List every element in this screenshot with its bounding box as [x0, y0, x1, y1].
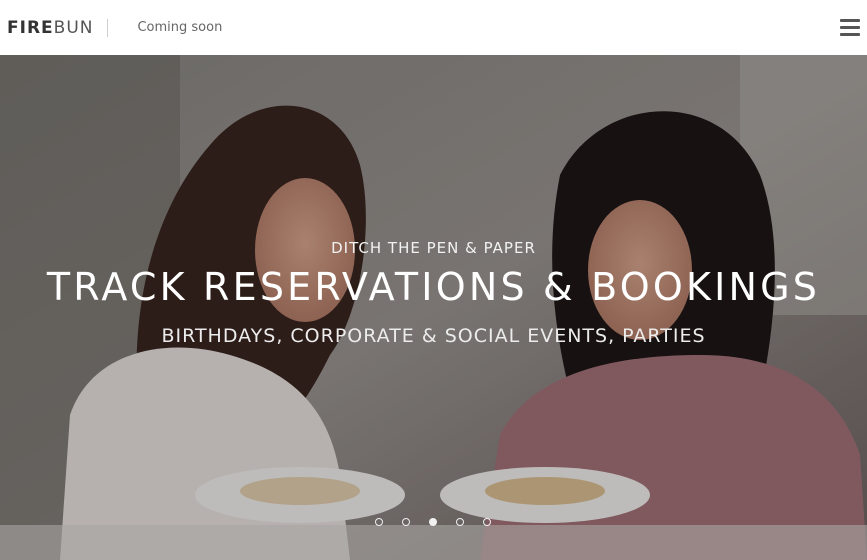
hero-headline: TRACK RESERVATIONS & BOOKINGS: [46, 265, 821, 309]
carousel-dot-1[interactable]: [375, 518, 383, 526]
brand-logo-bold: FIRE: [7, 17, 54, 38]
carousel-dot-4[interactable]: [456, 518, 464, 526]
coming-soon-text: Coming soon: [137, 20, 223, 35]
hero-kicker: DITCH THE PEN & PAPER: [331, 239, 536, 257]
brand-divider: [107, 18, 109, 37]
hero-subline: BIRTHDAYS, CORPORATE & SOCIAL EVENTS, PA…: [161, 325, 706, 347]
hamburger-menu-icon[interactable]: [840, 19, 860, 36]
hero-slider: DITCH THE PEN & PAPER TRACK RESERVATIONS…: [0, 55, 867, 560]
carousel-indicators: [0, 518, 867, 526]
brand-logo-light: BUN: [53, 17, 94, 38]
carousel-dot-3[interactable]: [429, 518, 437, 526]
carousel-dot-5[interactable]: [483, 518, 491, 526]
top-navbar: FIRE BUN Coming soon: [0, 0, 867, 55]
carousel-dot-2[interactable]: [402, 518, 410, 526]
brand-logo[interactable]: FIRE BUN: [7, 18, 93, 38]
